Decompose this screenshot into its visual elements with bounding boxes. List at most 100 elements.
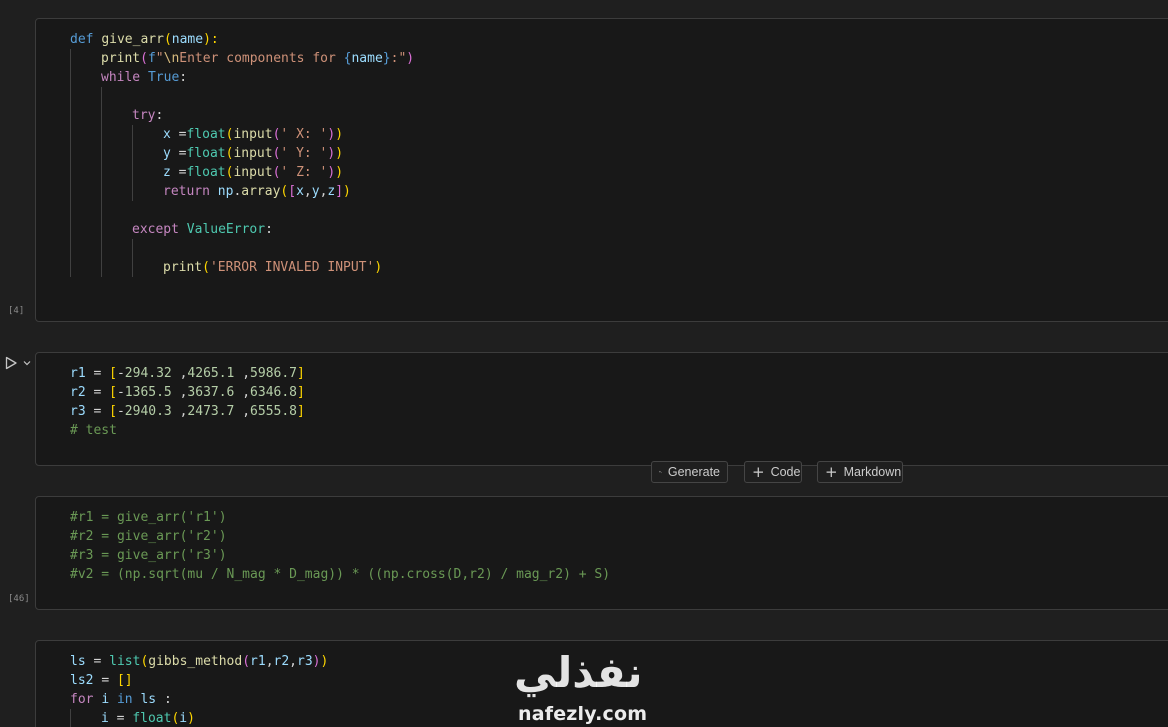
code-token: :	[179, 70, 188, 85]
code-token: )	[335, 127, 344, 142]
code-line: try:	[70, 106, 414, 125]
code-token: ):	[203, 32, 219, 47]
code-token: =	[93, 385, 110, 400]
top-strip	[0, 0, 1168, 14]
code-token: :	[265, 222, 273, 237]
cell-2-code[interactable]: r1 = [-294.32 ,4265.1 ,5986.7] r2 = [-136…	[70, 364, 305, 440]
code-token: 6555.8	[250, 404, 298, 419]
code-token: :	[155, 108, 164, 123]
code-token: in	[116, 692, 141, 707]
code-line: r3 = [-2940.3 ,2473.7 ,6555.8]	[70, 402, 305, 421]
code-token: (	[202, 260, 210, 275]
generate-button[interactable]: Generate	[651, 461, 728, 483]
code-line: r2 = [-1365.5 ,3637.6 ,6346.8]	[70, 383, 305, 402]
code-token: try	[132, 108, 156, 123]
code-token: [	[288, 184, 297, 199]
code-token: )	[406, 51, 415, 66]
code-token: 2940.3	[124, 404, 172, 419]
code-token: =	[93, 404, 110, 419]
code-token: #r1 = give_arr('r1')	[70, 510, 227, 525]
code-token: ' Z: '	[280, 165, 328, 180]
code-token: input	[233, 165, 273, 180]
code-token: gibbs_method	[148, 654, 243, 669]
code-token: ,	[289, 654, 297, 669]
code-token: }	[382, 51, 391, 66]
code-line: z =float(input(' Z: '))	[70, 163, 414, 182]
code-token: #r2 = give_arr('r2')	[70, 529, 227, 544]
code-cell-4[interactable]: ls = list(gibbs_method(r1,r2,r3)) ls2 = […	[35, 640, 1168, 727]
code-token: ,	[234, 385, 251, 400]
code-line	[70, 201, 414, 220]
code-token: =	[116, 711, 133, 726]
code-token: 2473.7	[187, 404, 235, 419]
cell-4-code[interactable]: ls = list(gibbs_method(r1,r2,r3)) ls2 = […	[70, 652, 328, 727]
code-token: 5986.7	[250, 366, 298, 381]
code-token: -	[116, 404, 125, 419]
code-line: #r2 = give_arr('r2')	[70, 527, 610, 546]
chevron-down-icon[interactable]	[22, 358, 32, 368]
code-token: True	[147, 70, 180, 85]
code-line: x =float(input(' X: '))	[70, 125, 414, 144]
code-token: float	[186, 127, 226, 142]
code-token: x	[296, 184, 304, 199]
code-token: #r3 = give_arr('r3')	[70, 548, 227, 563]
code-token: [	[109, 404, 117, 419]
code-cell-3[interactable]: #r1 = give_arr('r1') #r2 = give_arr('r2')…	[35, 496, 1168, 610]
code-token: )	[374, 260, 383, 275]
code-token: =	[101, 673, 117, 688]
code-line: for i in ls :	[70, 690, 328, 709]
code-line: ls = list(gibbs_method(r1,r2,r3))	[70, 652, 328, 671]
code-line: ls2 = []	[70, 671, 328, 690]
code-token: ,	[171, 385, 188, 400]
code-token: ,	[303, 184, 312, 199]
code-token: except	[132, 222, 187, 237]
code-token: Enter components for	[179, 51, 344, 66]
code-token: input	[233, 146, 273, 161]
code-token: =	[93, 366, 110, 381]
code-token: input	[233, 127, 273, 142]
code-token: )	[187, 711, 195, 726]
execution-count: [46]	[8, 594, 30, 604]
generate-label: Generate	[667, 465, 720, 479]
code-line: except ValueError:	[70, 220, 414, 239]
code-token: :"	[390, 51, 407, 66]
add-markdown-cell-button[interactable]: + Markdown	[817, 461, 903, 483]
code-token: 1365.5	[124, 385, 172, 400]
code-token: (	[163, 32, 172, 47]
code-token: give_arr	[101, 32, 164, 47]
code-cell-2[interactable]: r1 = [-294.32 ,4265.1 ,5986.7] r2 = [-136…	[35, 352, 1168, 466]
cell-1-code[interactable]: def give_arr(name): print(f"\nEnter compo…	[70, 30, 414, 277]
markdown-label: Markdown	[843, 465, 902, 479]
code-token: while	[101, 70, 148, 85]
code-token: ,	[171, 404, 188, 419]
code-token: [	[109, 385, 117, 400]
code-token: :	[163, 692, 172, 707]
code-cell-1[interactable]: def give_arr(name): print(f"\nEnter compo…	[35, 18, 1168, 322]
code-token: ]	[297, 385, 305, 400]
code-token: ls2	[70, 673, 102, 688]
code-token: (	[140, 51, 148, 66]
code-token: #v2 = (np.sqrt(mu / N_mag * D_mag)) * ((…	[70, 567, 611, 582]
code-line: #r3 = give_arr('r3')	[70, 546, 610, 565]
code-token: r3	[70, 404, 94, 419]
code-token: float	[132, 711, 172, 726]
code-token: ,	[234, 366, 251, 381]
code-token: y	[163, 146, 179, 161]
code-token: )	[335, 146, 344, 161]
code-token: print	[163, 260, 203, 275]
code-token: ' X: '	[280, 127, 328, 142]
code-line: i = float(i)	[70, 709, 328, 727]
play-icon[interactable]	[4, 356, 18, 370]
code-token: r2	[70, 385, 94, 400]
code-token: -	[116, 366, 125, 381]
code-token: name	[171, 32, 204, 47]
code-line: r1 = [-294.32 ,4265.1 ,5986.7]	[70, 364, 305, 383]
code-line: #v2 = (np.sqrt(mu / N_mag * D_mag)) * ((…	[70, 565, 610, 584]
code-token: i	[101, 711, 117, 726]
code-token: y	[311, 184, 320, 199]
code-token: r1	[70, 366, 94, 381]
add-code-cell-button[interactable]: + Code	[744, 461, 802, 483]
code-line	[70, 239, 414, 258]
cell-3-code[interactable]: #r1 = give_arr('r1') #r2 = give_arr('r2')…	[70, 508, 610, 584]
run-cell-button[interactable]	[4, 354, 38, 372]
